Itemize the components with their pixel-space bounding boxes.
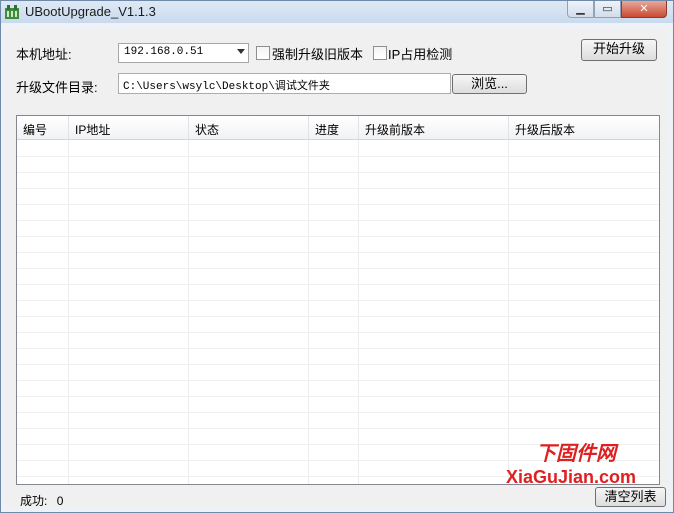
upgrade-dir-value: C:\Users\wsylc\Desktop\调试文件夹 bbox=[123, 81, 330, 93]
local-address-label: 本机地址: bbox=[16, 47, 72, 62]
success-count: 0 bbox=[56, 494, 64, 508]
column-header-version-after[interactable]: 升级后版本 bbox=[509, 116, 659, 139]
force-old-version-label[interactable]: 强制升级旧版本 bbox=[272, 44, 363, 63]
row-gridline bbox=[17, 220, 659, 221]
watermark-top-text: 下固件网 bbox=[536, 441, 616, 465]
maximize-icon: ▭ bbox=[602, 2, 613, 15]
row-gridline bbox=[17, 300, 659, 301]
success-label: 成功: bbox=[20, 494, 48, 508]
row-gridline bbox=[17, 204, 659, 205]
row-gridline bbox=[17, 188, 659, 189]
column-gridline bbox=[358, 140, 359, 484]
column-header-version-before[interactable]: 升级前版本 bbox=[359, 116, 509, 139]
row-gridline bbox=[17, 156, 659, 157]
row-gridline bbox=[17, 348, 659, 349]
force-old-version-checkbox[interactable] bbox=[256, 46, 270, 60]
column-header-ip[interactable]: IP地址 bbox=[69, 116, 189, 139]
row-gridline bbox=[17, 268, 659, 269]
watermark-bottom-text: XiaGuJian.com bbox=[506, 467, 637, 487]
list-header: 编号 IP地址 状态 进度 升级前版本 升级后版本 bbox=[17, 116, 659, 140]
row-gridline bbox=[17, 332, 659, 333]
column-header-progress[interactable]: 进度 bbox=[309, 116, 359, 139]
column-gridline bbox=[188, 140, 189, 484]
close-icon: ✕ bbox=[639, 2, 649, 15]
caption-buttons: ▁ ▭ ✕ bbox=[567, 1, 667, 18]
column-header-number[interactable]: 编号 bbox=[17, 116, 69, 139]
column-gridline bbox=[308, 140, 309, 484]
ip-in-use-check-label[interactable]: IP占用检测 bbox=[388, 44, 452, 63]
title-bar[interactable]: UBootUpgrade_V1.1.3 ▁ ▭ ✕ bbox=[1, 1, 673, 23]
local-address-value: 192.168.0.51 bbox=[124, 46, 204, 58]
column-gridline bbox=[68, 140, 69, 484]
row-gridline bbox=[17, 412, 659, 413]
chevron-down-icon[interactable] bbox=[237, 49, 245, 54]
window-title: UBootUpgrade_V1.1.3 bbox=[25, 4, 156, 19]
close-button[interactable]: ✕ bbox=[621, 1, 667, 18]
row-gridline bbox=[17, 428, 659, 429]
row-gridline bbox=[17, 252, 659, 253]
row-gridline bbox=[17, 396, 659, 397]
app-window: UBootUpgrade_V1.1.3 ▁ ▭ ✕ 本机地址: 192.168.… bbox=[0, 0, 674, 513]
row-gridline bbox=[17, 172, 659, 173]
upgrade-dir-label: 升级文件目录: bbox=[16, 80, 98, 95]
column-header-status[interactable]: 状态 bbox=[189, 116, 309, 139]
row-gridline bbox=[17, 380, 659, 381]
ip-in-use-check-checkbox[interactable] bbox=[373, 46, 387, 60]
minimize-button[interactable]: ▁ bbox=[567, 1, 594, 18]
browse-button[interactable]: 浏览... bbox=[452, 74, 527, 94]
app-icon bbox=[5, 5, 19, 19]
minimize-icon: ▁ bbox=[576, 2, 585, 15]
watermark-logo: 下固件网 XiaGuJian.com bbox=[506, 437, 666, 497]
list-body bbox=[17, 140, 659, 484]
success-status: 成功: 0 bbox=[20, 492, 63, 509]
maximize-button[interactable]: ▭ bbox=[594, 1, 621, 18]
local-address-combobox[interactable]: 192.168.0.51 bbox=[118, 43, 249, 63]
row-gridline bbox=[17, 316, 659, 317]
start-upgrade-button[interactable]: 开始升级 bbox=[581, 39, 657, 61]
row-gridline bbox=[17, 284, 659, 285]
column-gridline bbox=[508, 140, 509, 484]
row-gridline bbox=[17, 236, 659, 237]
row-gridline bbox=[17, 364, 659, 365]
upgrade-dir-input[interactable]: C:\Users\wsylc\Desktop\调试文件夹 bbox=[118, 73, 451, 94]
device-list[interactable]: 编号 IP地址 状态 进度 升级前版本 升级后版本 bbox=[16, 115, 660, 485]
